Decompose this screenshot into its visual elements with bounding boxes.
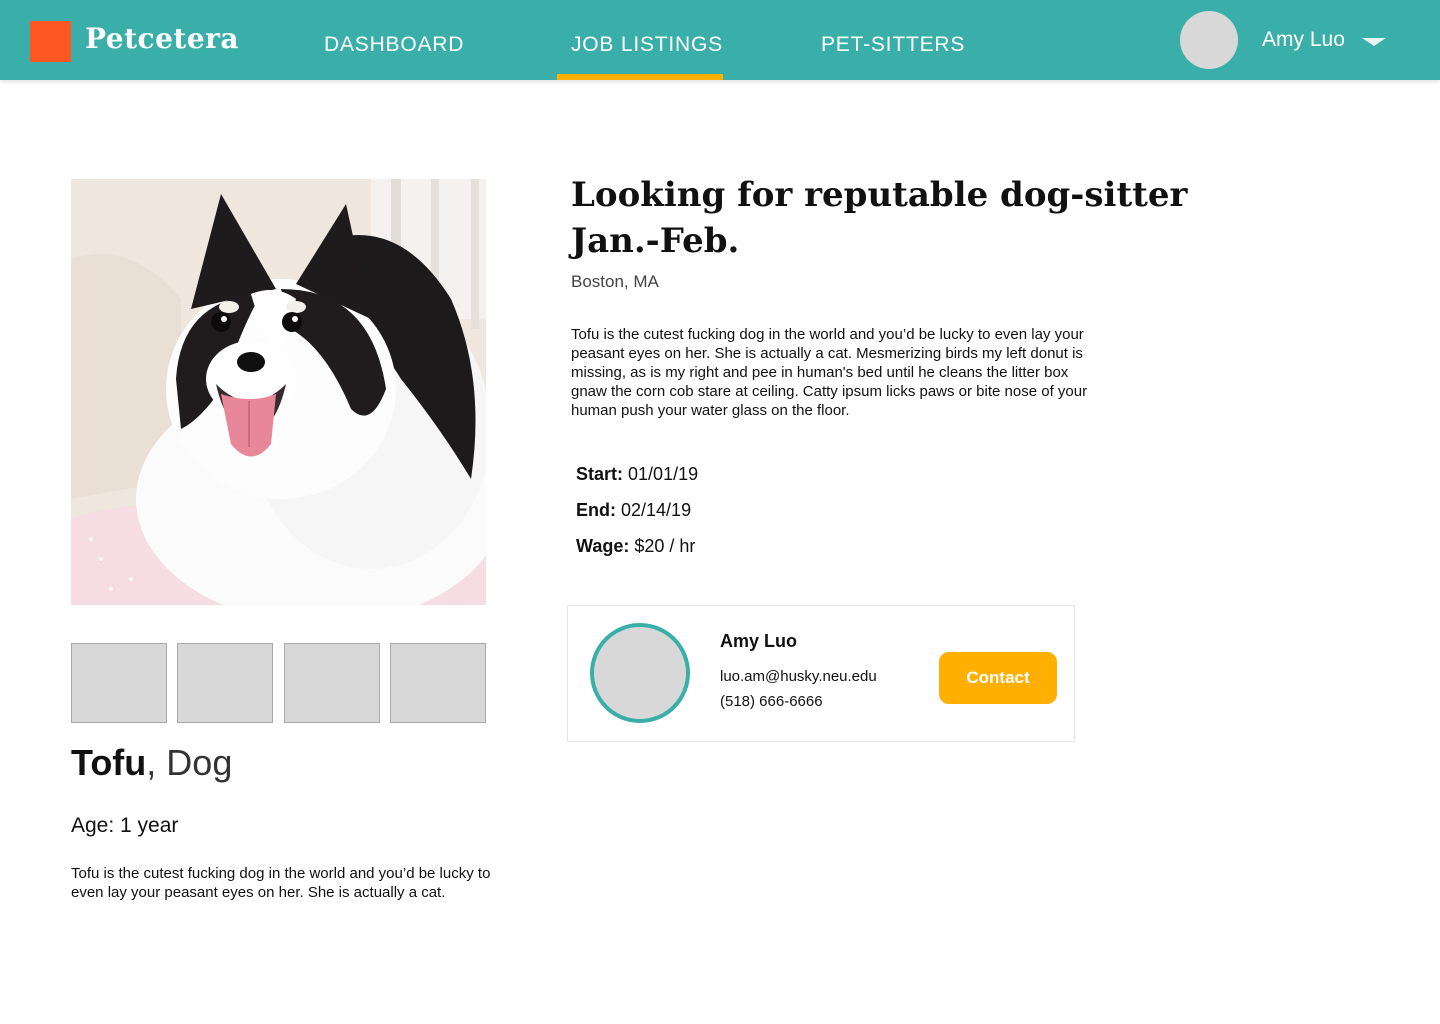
end-date: End: 02/14/19: [576, 500, 691, 521]
owner-email: luo.am@husky.neu.edu: [720, 668, 877, 685]
job-description: Tofu is the cutest fucking dog in the wo…: [571, 326, 1088, 419]
active-tab-indicator: [557, 74, 723, 80]
pet-name: Tofu: [71, 742, 147, 783]
end-value: 02/14/19: [621, 500, 692, 520]
photo-thumbnail-2[interactable]: [177, 643, 273, 723]
owner-contact-card: Amy Luo luo.am@husky.neu.edu (518) 666-6…: [567, 605, 1075, 742]
job-location: Boston, MA: [571, 272, 659, 291]
nav-pet-sitters[interactable]: PET-SITTERS: [821, 33, 965, 57]
owner-avatar: [590, 623, 690, 723]
photo-thumbnail-3[interactable]: [284, 643, 380, 723]
wage-label: Wage:: [576, 536, 630, 556]
dog-image: [71, 179, 486, 605]
pet-heading: Tofu, Dog: [71, 742, 232, 784]
start-label: Start:: [576, 464, 624, 484]
photo-thumbnail-1[interactable]: [71, 643, 167, 723]
contact-button[interactable]: Contact: [939, 652, 1057, 704]
photo-thumbnail-4[interactable]: [390, 643, 486, 723]
wage-value: $20 / hr: [634, 536, 696, 556]
pet-species: , Dog: [146, 742, 233, 783]
nav-job-listings[interactable]: JOB LISTINGS: [571, 33, 723, 57]
wage: Wage: $20 / hr: [576, 536, 695, 557]
user-name[interactable]: Amy Luo: [1262, 28, 1345, 52]
nav-dashboard[interactable]: DASHBOARD: [324, 33, 464, 57]
logo-icon[interactable]: [30, 21, 71, 62]
pet-description: Tofu is the cutest fucking dog in the wo…: [71, 865, 491, 901]
owner-phone: (518) 666-6666: [720, 693, 823, 710]
start-value: 01/01/19: [628, 464, 699, 484]
pet-photo: [71, 179, 486, 605]
start-date: Start: 01/01/19: [576, 464, 698, 485]
end-label: End:: [576, 500, 616, 520]
brand-name[interactable]: Petcetera: [85, 22, 239, 55]
job-title: Looking for reputable dog-sitter Jan.-Fe…: [571, 175, 1188, 261]
pet-age: Age: 1 year: [71, 814, 179, 837]
owner-name: Amy Luo: [720, 631, 798, 651]
user-avatar[interactable]: [1180, 11, 1238, 69]
top-navbar: Petcetera DASHBOARD JOB LISTINGS PET-SIT…: [0, 0, 1440, 80]
chevron-down-icon[interactable]: [1362, 38, 1386, 46]
